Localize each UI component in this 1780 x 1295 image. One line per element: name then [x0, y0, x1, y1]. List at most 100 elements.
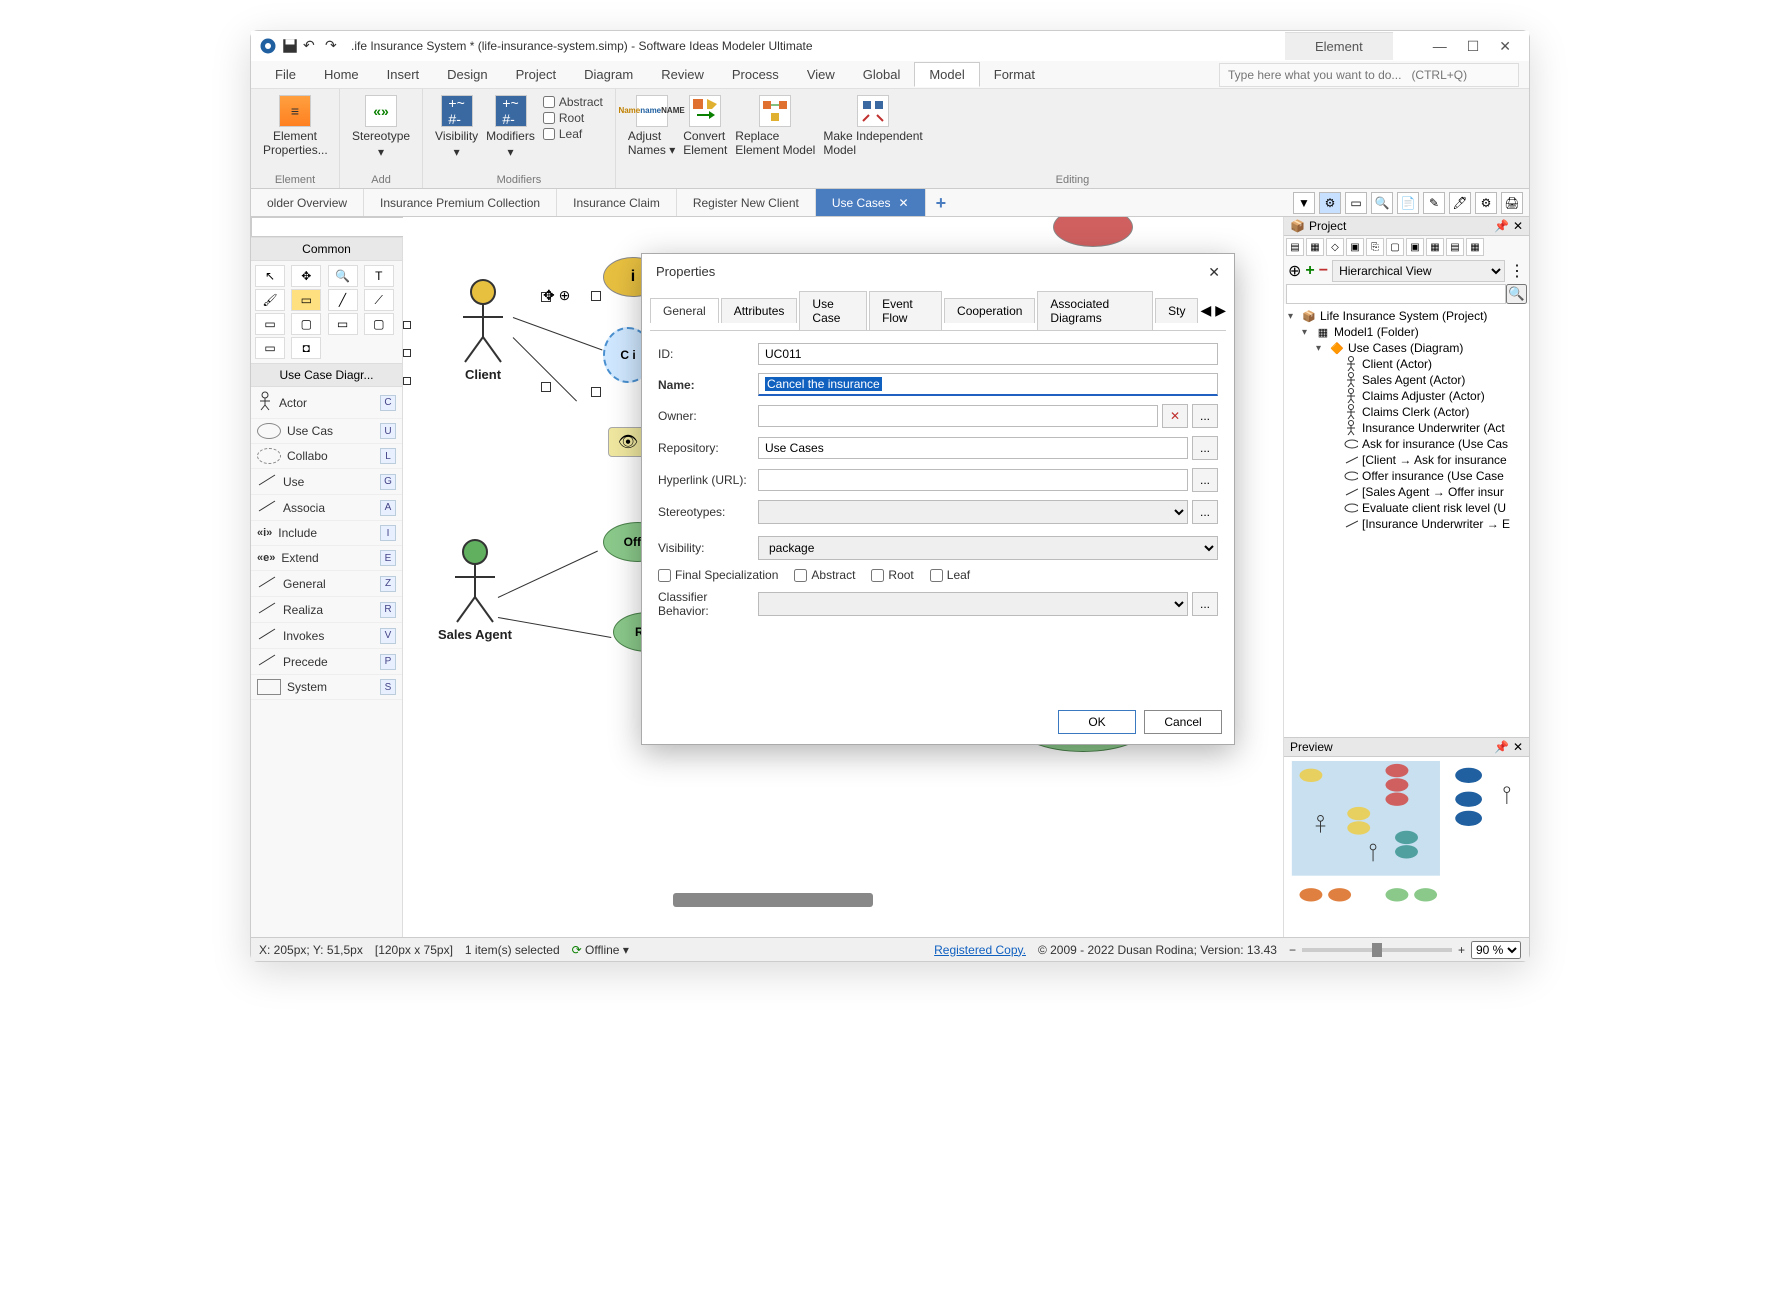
tree-item[interactable]: Offer insurance (Use Case [1288, 468, 1525, 484]
print-icon[interactable]: 🖨 [1501, 192, 1523, 214]
abstract-checkbox[interactable]: Abstract [543, 95, 603, 109]
dialog-tab-event-flow[interactable]: Event Flow [869, 291, 942, 330]
tree-item[interactable]: Evaluate client risk level (U [1288, 500, 1525, 516]
tree-item[interactable]: [Client → Ask for insurance [1288, 452, 1525, 468]
tree-item[interactable]: ▾📦Life Insurance System (Project) [1288, 308, 1525, 324]
project-tool-2[interactable]: ▦ [1306, 238, 1324, 256]
project-tool-4[interactable]: ▣ [1346, 238, 1364, 256]
dialog-close-icon[interactable]: ✕ [1208, 264, 1220, 281]
project-tool-6[interactable]: ▢ [1386, 238, 1404, 256]
zoom-out-button[interactable]: − [1289, 943, 1296, 957]
ok-button[interactable]: OK [1058, 710, 1136, 734]
pan-tool[interactable]: ✥ [291, 265, 321, 287]
owner-clear-button[interactable]: ✕ [1162, 404, 1188, 428]
root-prop-checkbox[interactable]: Root [871, 568, 913, 582]
context-tab-element[interactable]: Element [1285, 32, 1393, 60]
tree-item[interactable]: Claims Adjuster (Actor) [1288, 388, 1525, 404]
project-tool-3[interactable]: ◇ [1326, 238, 1344, 256]
hyperlink-input[interactable] [758, 469, 1188, 491]
name-input[interactable]: Cancel the insurance [758, 373, 1218, 396]
selection-handle[interactable] [591, 387, 601, 397]
menu-model[interactable]: Model [914, 62, 979, 87]
redo-icon[interactable]: ↷ [325, 37, 343, 55]
modifiers-button[interactable]: +~#-Modifiers▾ [486, 95, 535, 159]
palette-item[interactable]: AssociaA [251, 495, 402, 521]
connector-tool[interactable]: ⟋ [364, 289, 394, 311]
palette-item[interactable]: «i»IncludeI [251, 521, 402, 546]
menu-home[interactable]: Home [310, 63, 373, 86]
dialog-tab-associated-diagrams[interactable]: Associated Diagrams [1037, 291, 1153, 330]
project-tool-8[interactable]: ▦ [1426, 238, 1444, 256]
doc-tab[interactable]: Insurance Claim [557, 189, 677, 216]
project-tool-7[interactable]: ▣ [1406, 238, 1424, 256]
menu-diagram[interactable]: Diagram [570, 63, 647, 86]
tree-item[interactable]: Insurance Underwriter (Act [1288, 420, 1525, 436]
menu-global[interactable]: Global [849, 63, 915, 86]
menu-review[interactable]: Review [647, 63, 718, 86]
dialog-tab-general[interactable]: General [650, 298, 719, 323]
visibility-select[interactable]: package [758, 536, 1218, 560]
tree-item[interactable]: Sales Agent (Actor) [1288, 372, 1525, 388]
window-maximize[interactable]: ☐ [1467, 38, 1480, 55]
text-tool[interactable]: T [364, 265, 394, 287]
tool-icon[interactable]: ⚙ [1319, 192, 1341, 214]
palette-item[interactable]: PrecedeP [251, 649, 402, 675]
tree-search-button[interactable]: 🔍 [1506, 284, 1527, 304]
page-icon[interactable]: 📄 [1397, 192, 1419, 214]
classifier-browse-button[interactable]: ... [1192, 592, 1218, 616]
shapes-5-tool[interactable]: ▭ [255, 337, 285, 359]
shapes-4-tool[interactable]: ▢ [364, 313, 394, 335]
actor-sales-agent[interactable]: Sales Agent [438, 537, 512, 642]
tabs-dropdown-icon[interactable]: ▼ [1293, 192, 1315, 214]
view-menu-icon[interactable]: ⋮ [1509, 261, 1525, 281]
selection-handle[interactable] [541, 382, 551, 392]
shapes-1-tool[interactable]: ▭ [255, 313, 285, 335]
search-hint-input[interactable] [1219, 63, 1519, 87]
remove-icon[interactable]: − [1319, 262, 1328, 280]
visibility-button[interactable]: +~#-Visibility▾ [435, 95, 478, 159]
palette-item[interactable]: RealizaR [251, 597, 402, 623]
zoom-select[interactable]: 90 % [1471, 941, 1521, 959]
project-tool-9[interactable]: ▤ [1446, 238, 1464, 256]
owner-input[interactable] [758, 405, 1158, 427]
tree-search-input[interactable] [1286, 284, 1506, 304]
dialog-tab-use-case[interactable]: Use Case [799, 291, 867, 330]
owner-browse-button[interactable]: ... [1192, 404, 1218, 428]
doc-tab[interactable]: Insurance Premium Collection [364, 189, 557, 216]
menu-design[interactable]: Design [433, 63, 501, 86]
classifier-select[interactable] [758, 592, 1188, 616]
repository-browse-button[interactable]: ... [1192, 436, 1218, 460]
view-icon-1[interactable]: ⊕ [1288, 261, 1301, 281]
element-properties-button[interactable]: ≡ Element Properties... [263, 95, 327, 157]
shapes-6-tool[interactable]: ◘ [291, 337, 321, 359]
cancel-button[interactable]: Cancel [1144, 710, 1222, 734]
palette-item[interactable]: SystemS [251, 675, 402, 700]
dialog-tab-sty[interactable]: Sty [1155, 298, 1198, 323]
abstract-prop-checkbox[interactable]: Abstract [794, 568, 855, 582]
line-tool[interactable]: ╱ [328, 289, 358, 311]
add-tab-button[interactable]: + [926, 189, 957, 216]
root-checkbox[interactable]: Root [543, 111, 603, 125]
selection-tool[interactable]: ↖ [255, 265, 285, 287]
convert-element-button[interactable]: ConvertElement [683, 95, 727, 157]
palette-item[interactable]: Use CasU [251, 419, 402, 444]
tree-item[interactable]: ▾🔶Use Cases (Diagram) [1288, 340, 1525, 356]
doc-tab[interactable]: Use Cases✕ [816, 189, 926, 216]
menu-view[interactable]: View [793, 63, 849, 86]
horizontal-scrollbar[interactable] [673, 893, 873, 907]
zoom-slider[interactable] [1302, 948, 1452, 952]
tree-item[interactable]: ▾▦Model1 (Folder) [1288, 324, 1525, 340]
leaf-prop-checkbox[interactable]: Leaf [930, 568, 970, 582]
zoom-tool[interactable]: 🔍 [328, 265, 358, 287]
hyperlink-browse-button[interactable]: ... [1192, 468, 1218, 492]
undo-icon[interactable]: ↶ [303, 37, 321, 55]
palette-item[interactable]: ActorC [251, 387, 402, 419]
window-close[interactable]: ✕ [1499, 38, 1511, 55]
window-minimize[interactable]: — [1433, 38, 1447, 55]
replace-element-model-button[interactable]: ReplaceElement Model [735, 95, 815, 157]
registered-link[interactable]: Registered Copy. [934, 943, 1026, 957]
project-tool-1[interactable]: ▤ [1286, 238, 1304, 256]
save-icon[interactable] [281, 37, 299, 55]
doc-tab[interactable]: older Overview [251, 189, 364, 216]
palette-item[interactable]: CollaboL [251, 444, 402, 469]
